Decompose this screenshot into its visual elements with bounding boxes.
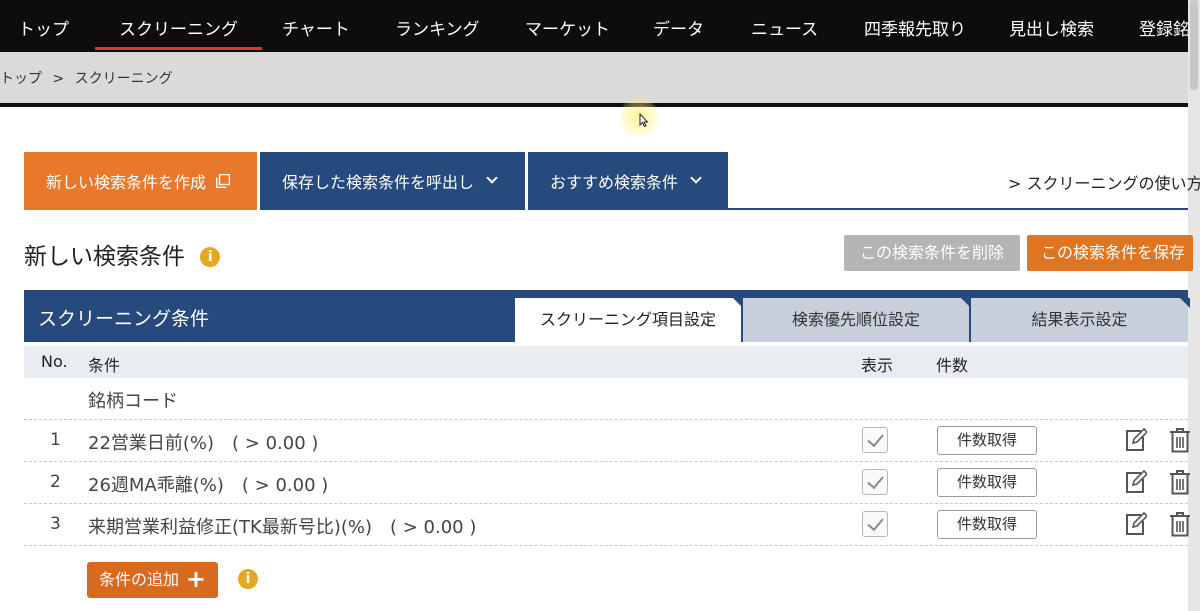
row-number: 3 [50,514,61,534]
get-count-button[interactable]: 件数取得 [937,426,1037,455]
info-icon[interactable]: i [238,569,258,589]
column-header-condition: 条件 [88,356,121,375]
get-count-button[interactable]: 件数取得 [937,510,1037,539]
save-condition-button[interactable]: この検索条件を保存 [1027,235,1193,271]
new-window-icon [216,174,231,188]
saved-conditions-tab[interactable]: 保存した検索条件を呼出し [260,152,525,210]
mouse-cursor-icon [639,113,649,127]
trash-icon[interactable] [1169,511,1191,537]
breadcrumb-bar: トップ > スクリーニング [0,52,1188,107]
add-condition-label: 条件の追加 [99,570,180,589]
plus-icon: + [185,565,206,593]
trash-icon[interactable] [1169,469,1191,495]
page-title: 新しい検索条件 i [24,237,221,271]
breadcrumb-separator: > [52,71,65,87]
nav-item-market[interactable]: マーケット [525,0,610,52]
display-checkbox[interactable] [862,511,888,537]
recommended-conditions-tab[interactable]: おすすめ検索条件 [528,152,728,210]
edit-icon[interactable] [1125,470,1147,494]
row-condition: 22営業日前(%) ( > 0.00 ) [88,433,319,454]
scrollbar-thumb[interactable] [1190,0,1198,90]
row-condition: 26週MA乖離(%) ( > 0.00 ) [88,475,329,496]
nav-item-top[interactable]: トップ [18,0,69,52]
howto-link[interactable]: > スクリーニングの使い方 [1008,170,1200,194]
delete-condition-button[interactable]: この検索条件を削除 [844,235,1020,271]
table-row-code: 銘柄コード [24,378,1188,420]
table-header: No. 条件 表示 件数 [24,346,1188,378]
info-icon[interactable]: i [200,247,221,267]
new-condition-label: 新しい検索条件を作成 [46,173,207,192]
edit-icon[interactable] [1125,512,1147,536]
breadcrumb-top[interactable]: トップ [0,71,42,87]
nav-item-ranking[interactable]: ランキング [395,0,480,52]
table-row: 2 26週MA乖離(%) ( > 0.00 ) 件数取得 [24,462,1191,504]
column-header-display: 表示 [861,356,894,375]
chevron-down-icon [486,172,498,184]
nav-item-news[interactable]: ニュース [751,0,818,52]
top-nav: トップ スクリーニング チャート ランキング マーケット データ ニュース 四季… [0,0,1200,52]
nav-item-headline-search[interactable]: 見出し検索 [1009,0,1094,52]
get-count-button[interactable]: 件数取得 [937,468,1037,497]
nav-item-shikiho[interactable]: 四季報先取り [864,0,966,52]
nav-item-data[interactable]: データ [653,0,704,52]
breadcrumb: トップ > スクリーニング [0,68,179,88]
stock-code-label: 銘柄コード [88,391,178,412]
recommended-conditions-label: おすすめ検索条件 [550,173,679,192]
row-number: 1 [50,430,61,450]
breadcrumb-current: スクリーニング [74,71,173,87]
panel-title: スクリーニング条件 [38,308,210,330]
saved-conditions-label: 保存した検索条件を呼出し [282,173,475,192]
column-header-count: 件数 [936,356,969,375]
tab-screening-items[interactable]: スクリーニング項目設定 [515,298,743,342]
nav-item-chart[interactable]: チャート [282,0,350,52]
display-checkbox[interactable] [862,469,888,495]
tab-result-display[interactable]: 結果表示設定 [971,298,1190,342]
row-condition: 来期営業利益修正(TK最新号比)(%) ( > 0.00 ) [88,517,477,538]
tab-search-priority[interactable]: 検索優先順位設定 [743,298,971,342]
page-title-text: 新しい検索条件 [24,244,185,270]
row-number: 2 [50,472,61,492]
column-header-no: No. [41,352,68,371]
screening-conditions-header: スクリーニング条件 スクリーニング項目設定 検索優先順位設定 結果表示設定 [24,290,1190,342]
trash-icon[interactable] [1169,427,1191,453]
nav-item-screening[interactable]: スクリーニング [95,0,262,52]
add-condition-button[interactable]: 条件の追加 + [87,562,218,598]
display-checkbox[interactable] [862,427,888,453]
table-row: 3 来期営業利益修正(TK最新号比)(%) ( > 0.00 ) 件数取得 [24,504,1191,546]
chevron-down-icon [690,172,702,184]
new-condition-tab[interactable]: 新しい検索条件を作成 [24,152,257,210]
table-row: 1 22営業日前(%) ( > 0.00 ) 件数取得 [24,420,1191,462]
edit-icon[interactable] [1125,428,1147,452]
tab-row-underline [704,208,1188,210]
